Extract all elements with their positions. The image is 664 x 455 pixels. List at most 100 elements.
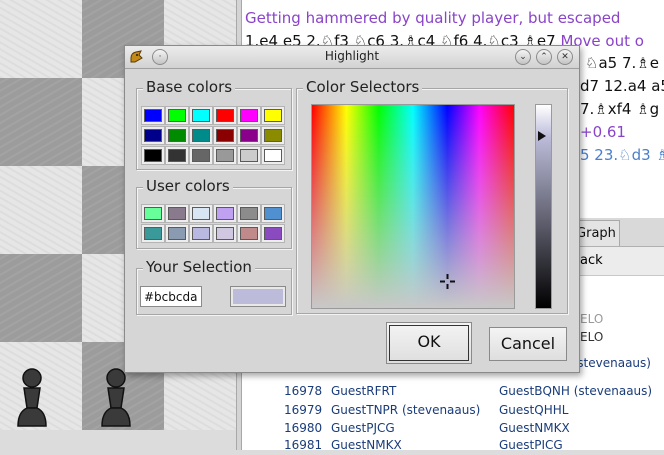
variation-moves[interactable]: 5 23.♘d3 ♗ <box>580 144 664 167</box>
base-color-cell[interactable] <box>261 146 285 165</box>
base-color-swatch[interactable] <box>240 109 258 122</box>
dialog-titlebar[interactable]: · Highlight ⌄ ⌃ ✕ <box>125 46 579 69</box>
user-color-swatch[interactable] <box>240 227 258 240</box>
base-color-swatch[interactable] <box>144 109 162 122</box>
ok-button[interactable]: OK <box>386 322 472 364</box>
user-color-swatch[interactable] <box>264 207 282 220</box>
game-comment: Getting hammered by quality player, but … <box>245 9 621 27</box>
crosshair-icon[interactable] <box>439 273 456 290</box>
base-color-cell[interactable] <box>189 126 213 145</box>
user-color-cell[interactable] <box>213 224 237 243</box>
highlight-dialog: · Highlight ⌄ ⌃ ✕ Base colors User color… <box>124 45 580 373</box>
base-color-cell[interactable] <box>213 106 237 125</box>
user-color-swatch[interactable] <box>168 227 186 240</box>
base-color-cell[interactable] <box>213 126 237 145</box>
user-color-swatch[interactable] <box>144 227 162 240</box>
base-color-swatch[interactable] <box>216 109 234 122</box>
column-header-elo[interactable]: ELO <box>580 330 603 344</box>
base-color-swatch[interactable] <box>216 129 234 142</box>
board-square[interactable] <box>0 78 82 166</box>
move-list[interactable]: ♘a5 7.♗e <box>585 52 659 75</box>
board-square[interactable] <box>0 166 82 254</box>
user-color-cell[interactable] <box>237 204 261 223</box>
black-player: GuestBQNH (stevenaaus) <box>499 384 653 398</box>
base-color-swatch[interactable] <box>264 129 282 142</box>
base-color-cell[interactable] <box>213 146 237 165</box>
game-number: 16978 <box>284 384 323 398</box>
column-header-elo[interactable]: ELO <box>580 312 603 326</box>
base-color-swatch[interactable] <box>264 149 282 162</box>
value-slider-arrow-icon[interactable] <box>538 131 546 141</box>
user-color-cell[interactable] <box>189 224 213 243</box>
table-row[interactable]: 16978 GuestRFRT GuestBQNH (stevenaaus) <box>242 382 664 401</box>
hex-color-input[interactable] <box>140 286 202 307</box>
board-square[interactable] <box>0 0 82 78</box>
black-player: GuestQHHL <box>499 403 569 417</box>
your-selection-label: Your Selection <box>143 259 255 275</box>
user-color-swatch[interactable] <box>192 207 210 220</box>
user-color-cell[interactable] <box>165 204 189 223</box>
close-icon[interactable]: ✕ <box>557 49 573 65</box>
base-color-cell[interactable] <box>141 126 165 145</box>
selected-color-preview <box>230 286 286 307</box>
base-color-swatch[interactable] <box>168 109 186 122</box>
user-colors-label: User colors <box>143 178 233 194</box>
board-square[interactable] <box>0 254 82 342</box>
move-list[interactable]: 7.♗xf4 ♗g <box>580 98 659 121</box>
table-row[interactable]: 16981 GuestNMKX GuestPICG <box>242 436 664 455</box>
base-color-swatch[interactable] <box>168 129 186 142</box>
user-color-swatch[interactable] <box>240 207 258 220</box>
user-color-cell[interactable] <box>165 224 189 243</box>
user-color-cell[interactable] <box>261 204 285 223</box>
user-color-cell[interactable] <box>141 204 165 223</box>
user-color-swatch[interactable] <box>216 227 234 240</box>
user-color-cell[interactable] <box>213 204 237 223</box>
hue-saturation-spectrum[interactable] <box>311 104 515 309</box>
user-color-cell[interactable] <box>189 204 213 223</box>
cancel-button[interactable]: Cancel <box>489 327 567 361</box>
user-color-swatch[interactable] <box>144 207 162 220</box>
black-pawn-icon[interactable] <box>8 364 56 430</box>
evaluation: +0.61 <box>580 123 626 141</box>
maximize-icon[interactable]: ⌃ <box>536 49 552 65</box>
spectrum-saturation-layer <box>312 105 514 308</box>
base-color-cell[interactable] <box>189 146 213 165</box>
user-color-swatch[interactable] <box>216 207 234 220</box>
table-row[interactable]: 16979 GuestTNPR (stevenaaus) GuestQHHL <box>242 401 664 420</box>
user-color-swatch[interactable] <box>168 207 186 220</box>
base-color-cell[interactable] <box>261 106 285 125</box>
user-color-cell[interactable] <box>261 224 285 243</box>
base-color-swatch[interactable] <box>216 149 234 162</box>
base-color-cell[interactable] <box>237 126 261 145</box>
base-color-swatch[interactable] <box>144 149 162 162</box>
game-number: 16979 <box>284 403 323 417</box>
back-label[interactable]: ack <box>580 247 603 275</box>
base-color-swatch[interactable] <box>240 149 258 162</box>
base-color-cell[interactable] <box>165 146 189 165</box>
base-color-cell[interactable] <box>165 126 189 145</box>
base-color-swatch[interactable] <box>240 129 258 142</box>
white-player: GuestTNPR (stevenaaus) <box>331 403 481 417</box>
base-color-cell[interactable] <box>141 146 165 165</box>
base-color-swatch[interactable] <box>192 129 210 142</box>
user-color-cell[interactable] <box>237 224 261 243</box>
base-color-swatch[interactable] <box>144 129 162 142</box>
move-list[interactable]: d7 12.a4 a5 <box>580 75 664 98</box>
color-selectors-label: Color Selectors <box>303 79 423 95</box>
black-pawn-icon[interactable] <box>92 364 140 430</box>
user-color-swatch[interactable] <box>264 227 282 240</box>
base-color-cell[interactable] <box>189 106 213 125</box>
base-color-cell[interactable] <box>237 106 261 125</box>
base-color-cell[interactable] <box>165 106 189 125</box>
base-color-cell[interactable] <box>237 146 261 165</box>
dialog-title: Highlight <box>324 49 380 63</box>
base-color-swatch[interactable] <box>192 149 210 162</box>
user-color-cell[interactable] <box>141 224 165 243</box>
user-color-swatch[interactable] <box>192 227 210 240</box>
minimize-icon[interactable]: ⌄ <box>515 49 531 65</box>
base-color-swatch[interactable] <box>168 149 186 162</box>
base-color-swatch[interactable] <box>264 109 282 122</box>
base-color-cell[interactable] <box>141 106 165 125</box>
base-color-swatch[interactable] <box>192 109 210 122</box>
base-color-cell[interactable] <box>261 126 285 145</box>
